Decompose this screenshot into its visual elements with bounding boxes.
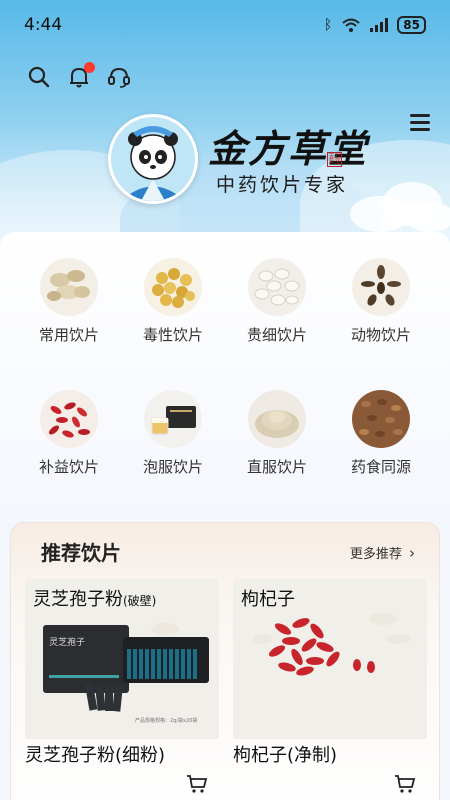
category-paofu[interactable]: 泡服饮片 — [128, 390, 218, 477]
card-image-title: 灵芝孢子粉(破壁) — [33, 585, 156, 611]
notification-bell-icon[interactable] — [66, 62, 95, 90]
category-zhifu[interactable]: 直服饮片 — [232, 390, 322, 477]
yellow-seeds-icon — [144, 258, 202, 316]
panda-logo — [108, 114, 198, 204]
cart-icon[interactable] — [394, 773, 416, 795]
brand-seal: 金方草堂 — [327, 152, 342, 167]
category-panel: 常用饮片 毒性饮片 贵细饮片 动物饮片 补益饮片 泡服饮片 直服饮片 药食同源 — [0, 232, 450, 522]
brand-subtitle: 中药饮片专家 — [216, 174, 349, 196]
product-name[interactable]: 灵芝孢子粉(细粉) — [25, 741, 165, 767]
cart-icon[interactable] — [186, 773, 208, 795]
category-dongwu[interactable]: 动物饮片 — [336, 258, 426, 345]
search-icon[interactable] — [26, 64, 52, 90]
box-text: 灵芝孢子 — [49, 638, 86, 648]
category-changyong[interactable]: 常用饮片 — [24, 258, 114, 345]
product-card-gouqi[interactable]: 枸杞子 — [233, 579, 427, 739]
notification-badge — [84, 62, 95, 73]
category-buyi[interactable]: 补益饮片 — [24, 390, 114, 477]
category-guixi[interactable]: 贵细饮片 — [232, 258, 322, 345]
menu-icon[interactable] — [410, 114, 430, 132]
product-spec: 产品规格规格：2g/袋x20袋 — [135, 718, 198, 724]
product-card-lingzhi[interactable]: 灵芝孢子 产品规格规格：2g/袋x20袋 灵芝孢子粉(破壁) — [25, 579, 219, 739]
tea-box-icon — [144, 390, 202, 448]
recommend-section: 推荐饮片 更多推荐 › 灵芝孢子 产品规格规格：2g/袋x20袋 灵芝孢子粉(破… — [10, 522, 440, 800]
wifi-icon — [342, 18, 360, 32]
card-image-title-text: 灵芝孢子粉 — [33, 589, 123, 610]
card-image-title: 枸杞子 — [241, 589, 295, 610]
brand-name: 金方草堂 — [208, 126, 369, 171]
status-icons: ᛒ 85 — [324, 16, 426, 34]
product-name[interactable]: 枸杞子(净制) — [233, 741, 337, 767]
category-label: 常用饮片 — [38, 326, 99, 344]
battery-indicator: 85 — [397, 16, 426, 34]
grains-icon — [352, 390, 410, 448]
cloud-decoration — [405, 202, 450, 232]
category-label: 药食同源 — [350, 458, 411, 476]
more-recommend-link[interactable]: 更多推荐 › — [350, 543, 415, 562]
category-label: 泡服饮片 — [142, 458, 203, 476]
goji-berries-icon — [40, 390, 98, 448]
sliced-herb-icon — [40, 258, 98, 316]
customer-service-headset-icon[interactable] — [106, 64, 132, 90]
status-time: 4:44 — [24, 15, 63, 35]
category-label: 动物饮片 — [350, 326, 411, 344]
insects-icon — [352, 258, 410, 316]
bluetooth-icon: ᛒ — [323, 17, 333, 33]
status-bar: 4:44 ᛒ 85 — [0, 0, 450, 50]
card-image-tag: (破壁) — [123, 594, 157, 608]
header-actions — [26, 62, 132, 90]
powder-icon — [248, 390, 306, 448]
category-label: 补益饮片 — [38, 458, 99, 476]
category-duxing[interactable]: 毒性饮片 — [128, 258, 218, 345]
signal-icon — [370, 18, 389, 32]
chevron-right-icon: › — [409, 544, 415, 562]
category-label: 直服饮片 — [246, 458, 307, 476]
more-recommend-label: 更多推荐 — [349, 547, 402, 562]
category-label: 贵细饮片 — [246, 326, 307, 344]
recommend-title: 推荐饮片 — [41, 541, 121, 565]
white-slices-icon — [248, 258, 306, 316]
category-label: 毒性饮片 — [142, 326, 203, 344]
category-yaoshi[interactable]: 药食同源 — [336, 390, 426, 477]
